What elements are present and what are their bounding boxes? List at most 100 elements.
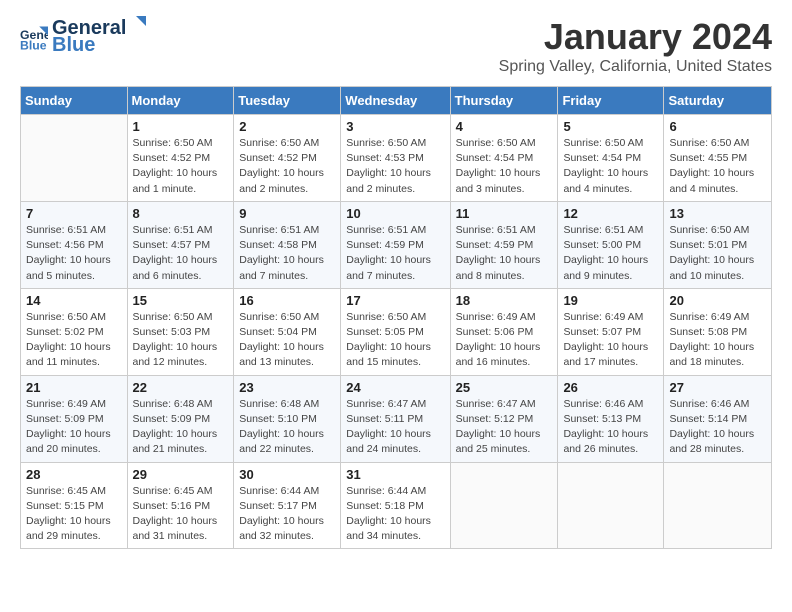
column-header-sunday: Sunday <box>21 87 128 115</box>
calendar-cell: 8 Sunrise: 6:51 AMSunset: 4:57 PMDaylight… <box>127 201 234 288</box>
calendar-header-row: SundayMondayTuesdayWednesdayThursdayFrid… <box>21 87 772 115</box>
title-block: January 2024 Spring Valley, California, … <box>499 16 772 76</box>
week-row-4: 21Sunrise: 6:49 AMSunset: 5:09 PMDayligh… <box>21 375 772 462</box>
day-number: 23 <box>239 380 335 395</box>
day-detail: Sunrise: 6:50 AMSunset: 4:52 PMDaylight:… <box>133 136 229 197</box>
day-number: 10 <box>346 206 444 221</box>
day-number: 24 <box>346 380 444 395</box>
day-detail: Sunrise: 6:49 AMSunset: 5:09 PMDaylight:… <box>26 397 122 458</box>
day-detail: Sunrise: 6:50 AMSunset: 5:05 PMDaylight:… <box>346 310 444 371</box>
calendar-cell: 17 Sunrise: 6:50 AMSunset: 5:05 PMDayligh… <box>341 288 450 375</box>
calendar-cell: 7Sunrise: 6:51 AMSunset: 4:56 PMDaylight… <box>21 201 128 288</box>
day-number: 19 <box>563 293 658 308</box>
calendar-cell: 30Sunrise: 6:44 AMSunset: 5:17 PMDayligh… <box>234 462 341 549</box>
calendar-cell: 27 Sunrise: 6:46 AMSunset: 5:14 PMDayligh… <box>664 375 772 462</box>
calendar-cell <box>21 115 128 202</box>
day-number: 14 <box>26 293 122 308</box>
column-header-wednesday: Wednesday <box>341 87 450 115</box>
day-detail: Sunrise: 6:51 AMSunset: 4:59 PMDaylight:… <box>456 223 553 284</box>
day-detail: Sunrise: 6:50 AMSunset: 4:52 PMDaylight:… <box>239 136 335 197</box>
calendar-cell: 26 Sunrise: 6:46 AMSunset: 5:13 PMDayligh… <box>558 375 664 462</box>
day-detail: Sunrise: 6:44 AMSunset: 5:18 PMDaylight:… <box>346 484 444 545</box>
day-number: 29 <box>133 467 229 482</box>
calendar-cell: 14Sunrise: 6:50 AMSunset: 5:02 PMDayligh… <box>21 288 128 375</box>
calendar-cell: 15 Sunrise: 6:50 AMSunset: 5:03 PMDayligh… <box>127 288 234 375</box>
day-number: 22 <box>133 380 229 395</box>
calendar-cell: 2Sunrise: 6:50 AMSunset: 4:52 PMDaylight… <box>234 115 341 202</box>
column-header-monday: Monday <box>127 87 234 115</box>
day-detail: Sunrise: 6:51 AMSunset: 4:58 PMDaylight:… <box>239 223 335 284</box>
calendar-cell: 5 Sunrise: 6:50 AMSunset: 4:54 PMDaylight… <box>558 115 664 202</box>
day-detail: Sunrise: 6:50 AMSunset: 5:04 PMDaylight:… <box>239 310 335 371</box>
calendar-cell <box>450 462 558 549</box>
calendar-cell: 1Sunrise: 6:50 AMSunset: 4:52 PMDaylight… <box>127 115 234 202</box>
calendar-cell: 29 Sunrise: 6:45 AMSunset: 5:16 PMDayligh… <box>127 462 234 549</box>
day-detail: Sunrise: 6:46 AMSunset: 5:14 PMDaylight:… <box>669 397 766 458</box>
page-header: General Blue General Blue January 2024 S… <box>20 16 772 76</box>
calendar-cell: 3Sunrise: 6:50 AMSunset: 4:53 PMDaylight… <box>341 115 450 202</box>
calendar-cell: 11 Sunrise: 6:51 AMSunset: 4:59 PMDayligh… <box>450 201 558 288</box>
day-detail: Sunrise: 6:51 AMSunset: 4:59 PMDaylight:… <box>346 223 444 284</box>
calendar-title: January 2024 <box>499 16 772 58</box>
day-number: 7 <box>26 206 122 221</box>
logo-triangle <box>128 16 146 34</box>
day-number: 15 <box>133 293 229 308</box>
day-detail: Sunrise: 6:48 AMSunset: 5:10 PMDaylight:… <box>239 397 335 458</box>
calendar-cell: 25 Sunrise: 6:47 AMSunset: 5:12 PMDayligh… <box>450 375 558 462</box>
day-detail: Sunrise: 6:49 AMSunset: 5:07 PMDaylight:… <box>563 310 658 371</box>
calendar-cell: 4 Sunrise: 6:50 AMSunset: 4:54 PMDaylight… <box>450 115 558 202</box>
day-number: 4 <box>456 119 553 134</box>
calendar-cell: 12 Sunrise: 6:51 AMSunset: 5:00 PMDayligh… <box>558 201 664 288</box>
calendar-cell: 23 Sunrise: 6:48 AMSunset: 5:10 PMDayligh… <box>234 375 341 462</box>
calendar-cell: 28 Sunrise: 6:45 AMSunset: 5:15 PMDayligh… <box>21 462 128 549</box>
week-row-2: 7Sunrise: 6:51 AMSunset: 4:56 PMDaylight… <box>21 201 772 288</box>
day-number: 17 <box>346 293 444 308</box>
day-detail: Sunrise: 6:47 AMSunset: 5:12 PMDaylight:… <box>456 397 553 458</box>
day-detail: Sunrise: 6:49 AMSunset: 5:08 PMDaylight:… <box>669 310 766 371</box>
day-number: 13 <box>669 206 766 221</box>
day-number: 12 <box>563 206 658 221</box>
calendar-cell: 9 Sunrise: 6:51 AMSunset: 4:58 PMDaylight… <box>234 201 341 288</box>
day-number: 28 <box>26 467 122 482</box>
day-detail: Sunrise: 6:47 AMSunset: 5:11 PMDaylight:… <box>346 397 444 458</box>
day-number: 25 <box>456 380 553 395</box>
calendar-cell: 10 Sunrise: 6:51 AMSunset: 4:59 PMDayligh… <box>341 201 450 288</box>
day-detail: Sunrise: 6:50 AMSunset: 4:54 PMDaylight:… <box>456 136 553 197</box>
calendar-cell <box>558 462 664 549</box>
day-detail: Sunrise: 6:51 AMSunset: 4:57 PMDaylight:… <box>133 223 229 284</box>
calendar-cell: 24 Sunrise: 6:47 AMSunset: 5:11 PMDayligh… <box>341 375 450 462</box>
day-detail: Sunrise: 6:50 AMSunset: 5:01 PMDaylight:… <box>669 223 766 284</box>
calendar-cell: 20 Sunrise: 6:49 AMSunset: 5:08 PMDayligh… <box>664 288 772 375</box>
day-number: 26 <box>563 380 658 395</box>
day-number: 9 <box>239 206 335 221</box>
day-detail: Sunrise: 6:46 AMSunset: 5:13 PMDaylight:… <box>563 397 658 458</box>
day-detail: Sunrise: 6:51 AMSunset: 5:00 PMDaylight:… <box>563 223 658 284</box>
column-header-tuesday: Tuesday <box>234 87 341 115</box>
logo: General Blue General Blue <box>20 16 146 57</box>
day-detail: Sunrise: 6:45 AMSunset: 5:15 PMDaylight:… <box>26 484 122 545</box>
calendar-cell: 13 Sunrise: 6:50 AMSunset: 5:01 PMDayligh… <box>664 201 772 288</box>
day-number: 6 <box>669 119 766 134</box>
day-number: 16 <box>239 293 335 308</box>
day-detail: Sunrise: 6:45 AMSunset: 5:16 PMDaylight:… <box>133 484 229 545</box>
week-row-5: 28 Sunrise: 6:45 AMSunset: 5:15 PMDayligh… <box>21 462 772 549</box>
day-detail: Sunrise: 6:50 AMSunset: 4:54 PMDaylight:… <box>563 136 658 197</box>
calendar-table: SundayMondayTuesdayWednesdayThursdayFrid… <box>20 86 772 549</box>
day-number: 11 <box>456 206 553 221</box>
day-number: 3 <box>346 119 444 134</box>
week-row-3: 14Sunrise: 6:50 AMSunset: 5:02 PMDayligh… <box>21 288 772 375</box>
day-number: 8 <box>133 206 229 221</box>
day-number: 20 <box>669 293 766 308</box>
day-detail: Sunrise: 6:48 AMSunset: 5:09 PMDaylight:… <box>133 397 229 458</box>
calendar-cell: 18Sunrise: 6:49 AMSunset: 5:06 PMDayligh… <box>450 288 558 375</box>
calendar-cell: 19 Sunrise: 6:49 AMSunset: 5:07 PMDayligh… <box>558 288 664 375</box>
calendar-cell: 21Sunrise: 6:49 AMSunset: 5:09 PMDayligh… <box>21 375 128 462</box>
day-number: 27 <box>669 380 766 395</box>
calendar-cell <box>664 462 772 549</box>
day-detail: Sunrise: 6:50 AMSunset: 5:03 PMDaylight:… <box>133 310 229 371</box>
day-number: 30 <box>239 467 335 482</box>
week-row-1: 1Sunrise: 6:50 AMSunset: 4:52 PMDaylight… <box>21 115 772 202</box>
column-header-saturday: Saturday <box>664 87 772 115</box>
day-number: 5 <box>563 119 658 134</box>
column-header-thursday: Thursday <box>450 87 558 115</box>
